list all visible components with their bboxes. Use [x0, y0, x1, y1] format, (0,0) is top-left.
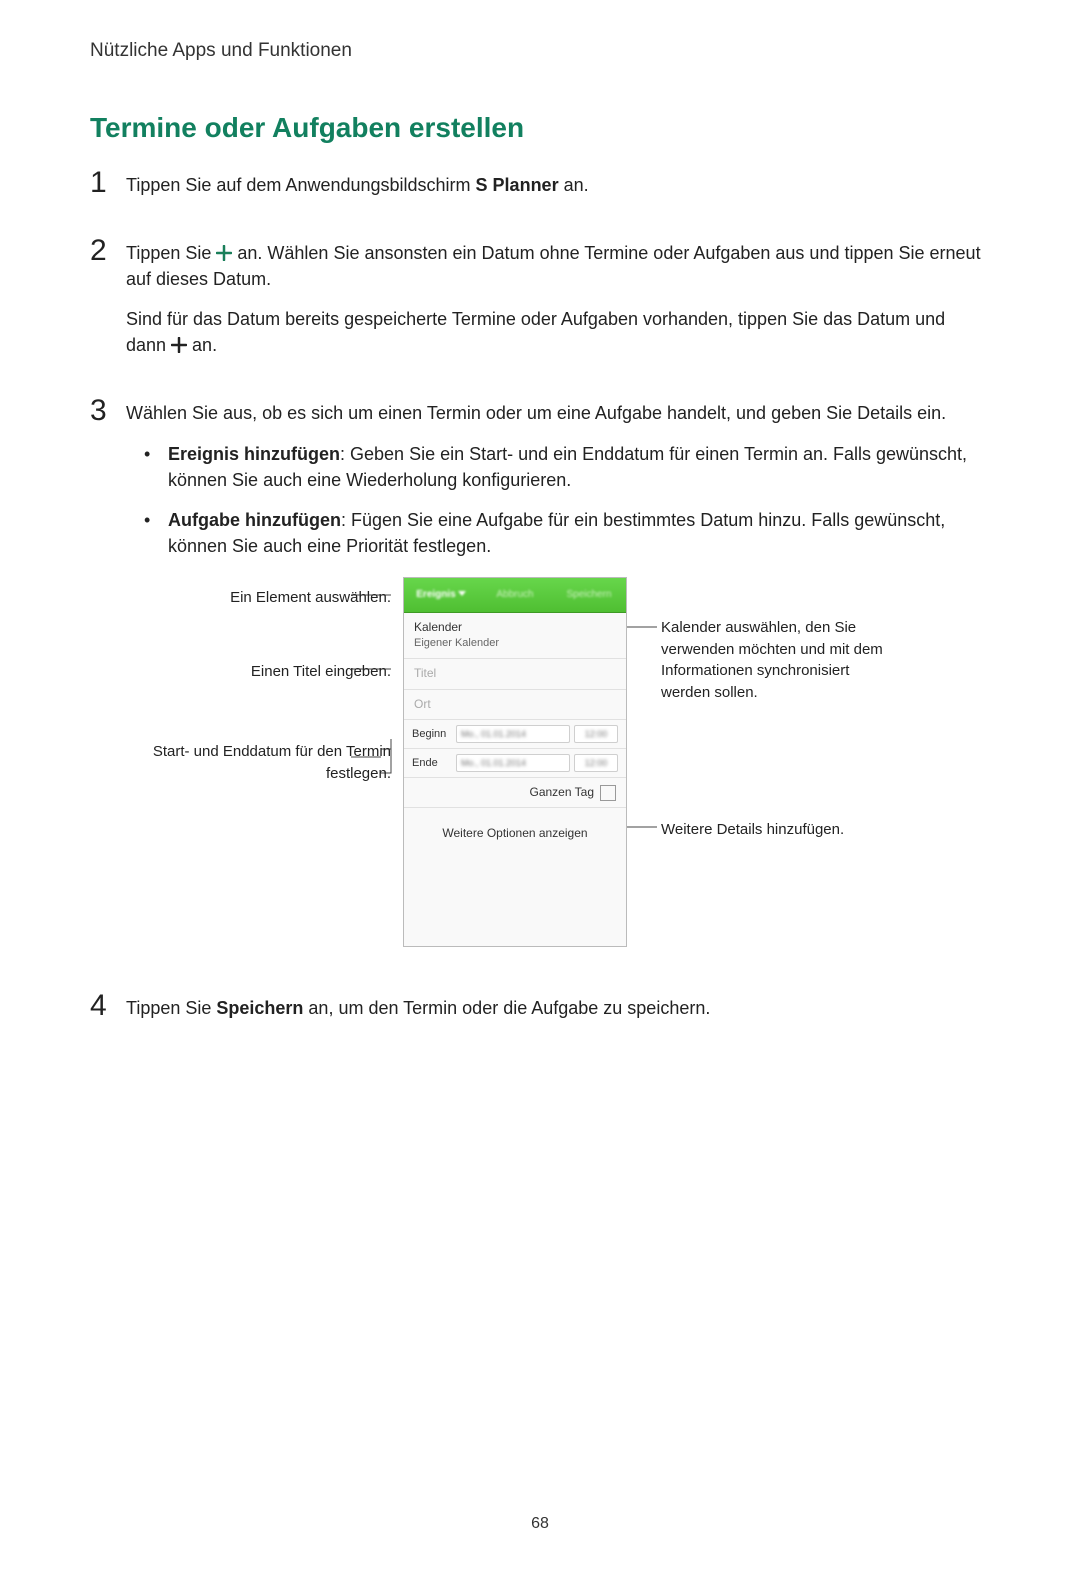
- step-1: 1 Tippen Sie auf dem Anwendungsbildschir…: [90, 168, 990, 212]
- allday-row[interactable]: Ganzen Tag: [404, 778, 626, 808]
- step-number: 3: [90, 396, 126, 966]
- step-2: 2 Tippen Sie an. Wählen Sie ansonsten ei…: [90, 236, 990, 372]
- step-number: 2: [90, 236, 126, 372]
- begin-date-picker[interactable]: Mo., 01.01.2014: [456, 725, 570, 743]
- tab-cancel[interactable]: Abbruch: [478, 588, 552, 603]
- callout-enter-title: Einen Titel eingeben.: [251, 661, 391, 683]
- save-label: Speichern: [216, 998, 303, 1018]
- location-input[interactable]: Ort: [404, 690, 626, 720]
- bullet-title: Aufgabe hinzufügen: [168, 510, 341, 530]
- tab-event[interactable]: Ereignis: [404, 588, 478, 603]
- section-title: Termine oder Aufgaben erstellen: [90, 112, 990, 144]
- plus-icon: [216, 242, 232, 258]
- calendar-field[interactable]: Kalender Eigener Kalender: [404, 613, 626, 659]
- step-number: 4: [90, 991, 126, 1035]
- more-options-button[interactable]: Weitere Optionen anzeigen: [414, 818, 616, 849]
- title-input[interactable]: Titel: [404, 659, 626, 689]
- end-label: Ende: [412, 757, 452, 769]
- annotated-screenshot: Ein Element auswählen. Einen Titel einge…: [126, 577, 990, 947]
- text: Tippen Sie: [126, 243, 216, 263]
- callout-set-dates: Start- und Enddatum für den Termin festl…: [141, 741, 391, 785]
- allday-checkbox[interactable]: [600, 785, 616, 801]
- document-page: Nützliche Apps und Funktionen Termine od…: [0, 0, 1080, 1573]
- chapter-heading: Nützliche Apps und Funktionen: [90, 40, 990, 62]
- field-label: Kalender: [414, 619, 616, 636]
- step-body: Wählen Sie aus, ob es sich um einen Term…: [126, 396, 990, 966]
- chevron-down-icon: [458, 591, 466, 596]
- text: Wählen Sie aus, ob es sich um einen Term…: [126, 400, 990, 426]
- text: Tippen Sie auf dem Anwendungsbildschirm: [126, 175, 476, 195]
- app-name: S Planner: [476, 175, 559, 195]
- allday-label: Ganzen Tag: [530, 784, 595, 801]
- step-body: Tippen Sie Speichern an, um den Termin o…: [126, 991, 990, 1035]
- bullet-item: Aufgabe hinzufügen: Fügen Sie eine Aufga…: [144, 507, 990, 559]
- step-body: Tippen Sie an. Wählen Sie ansonsten ein …: [126, 236, 990, 372]
- step-number: 1: [90, 168, 126, 212]
- plus-icon: [171, 334, 187, 350]
- right-callouts: Kalender auswählen, den Sie verwenden mö…: [627, 577, 919, 947]
- blurred-time: 12:00: [585, 728, 608, 741]
- text: an.: [187, 335, 217, 355]
- text: Sind für das Datum bereits gespeicherte …: [126, 309, 945, 355]
- callout-select-element: Ein Element auswählen.: [230, 587, 391, 609]
- end-time-picker[interactable]: 12:00: [574, 754, 618, 772]
- page-number: 68: [90, 1515, 990, 1533]
- callout-choose-calendar: Kalender auswählen, den Sie verwenden mö…: [661, 617, 901, 704]
- blurred-time: 12:00: [585, 757, 608, 770]
- blurred-date: Mo., 01.01.2014: [461, 728, 526, 741]
- callout-add-details: Weitere Details hinzufügen.: [661, 819, 844, 841]
- left-callouts: Ein Element auswählen. Einen Titel einge…: [126, 577, 403, 947]
- begin-row: Beginn Mo., 01.01.2014 12:00: [404, 720, 626, 749]
- step-body: Tippen Sie auf dem Anwendungsbildschirm …: [126, 168, 990, 212]
- text: Tippen Sie: [126, 998, 216, 1018]
- top-bar: Ereignis Abbruch Speichern: [404, 578, 626, 613]
- text: an, um den Termin oder die Aufgabe zu sp…: [303, 998, 710, 1018]
- end-date-picker[interactable]: Mo., 01.01.2014: [456, 754, 570, 772]
- text: an.: [559, 175, 589, 195]
- tab-save[interactable]: Speichern: [552, 588, 626, 603]
- end-row: Ende Mo., 01.01.2014 12:00: [404, 749, 626, 778]
- phone-mockup: Ereignis Abbruch Speichern Kalender Eige…: [403, 577, 627, 947]
- step-4: 4 Tippen Sie Speichern an, um den Termin…: [90, 991, 990, 1035]
- text: an. Wählen Sie ansonsten ein Datum ohne …: [126, 243, 981, 289]
- blurred-date: Mo., 01.01.2014: [461, 757, 526, 770]
- bullet-item: Ereignis hinzufügen: Geben Sie ein Start…: [144, 441, 990, 493]
- step-3: 3 Wählen Sie aus, ob es sich um einen Te…: [90, 396, 990, 966]
- begin-time-picker[interactable]: 12:00: [574, 725, 618, 743]
- field-value: Eigener Kalender: [414, 636, 616, 652]
- tab-label: Ereignis: [416, 589, 455, 600]
- begin-label: Beginn: [412, 728, 452, 740]
- bullet-title: Ereignis hinzufügen: [168, 444, 340, 464]
